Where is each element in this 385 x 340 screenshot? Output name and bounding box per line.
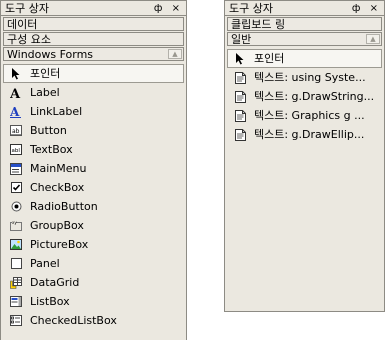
toolbox-item-pointer[interactable]: 포인터 bbox=[227, 49, 382, 68]
toolbox-item-picturebox[interactable]: PictureBox bbox=[3, 235, 184, 254]
text-snippet-icon bbox=[234, 90, 246, 103]
mainmenu-icon bbox=[10, 162, 22, 175]
close-icon[interactable]: × bbox=[172, 3, 183, 14]
toolbox-item-label: 포인터 bbox=[30, 67, 61, 80]
toolbox-item-label: 포인터 bbox=[254, 52, 285, 65]
toolbox-item-text-snippet[interactable]: 텍스트: g.DrawEllip... bbox=[227, 125, 382, 144]
toolbox-item-label: RadioButton bbox=[30, 200, 98, 213]
text-snippet-icon bbox=[234, 71, 246, 84]
text-snippet-icon bbox=[234, 128, 246, 141]
toolbox-item-mainmenu[interactable]: MainMenu bbox=[3, 159, 184, 178]
toolbox-title: 도구 상자 bbox=[229, 2, 273, 15]
tab-label: 구성 요소 bbox=[7, 33, 51, 46]
radiobutton-icon bbox=[10, 201, 22, 212]
linklabel-icon: A bbox=[10, 106, 22, 118]
toolbox-item-checkbox[interactable]: CheckBox bbox=[3, 178, 184, 197]
toolbox-item-label: Panel bbox=[30, 257, 60, 270]
svg-text:A: A bbox=[10, 106, 20, 118]
panel-icon bbox=[10, 258, 22, 269]
toolbox-item-label: MainMenu bbox=[30, 162, 87, 175]
toolbox-item-linklabel[interactable]: A LinkLabel bbox=[3, 102, 184, 121]
pointer-icon bbox=[10, 67, 22, 79]
svg-text:ab: ab bbox=[12, 128, 20, 135]
tab-data[interactable]: 데이터 bbox=[3, 17, 184, 31]
tab-general[interactable]: 일반 ▲ bbox=[227, 32, 382, 46]
toolbox-item-checkedlistbox[interactable]: CheckedListBox bbox=[3, 311, 184, 330]
toolbox-item-label: 텍스트: g.DrawEllip... bbox=[254, 128, 365, 141]
pin-icon[interactable]: ф bbox=[154, 3, 166, 14]
toolbox-item-label: 텍스트: using Syste... bbox=[254, 71, 366, 84]
toolbox-item-list: 포인터 A Label A LinkLabel ab Button abl TextBox Mai… bbox=[1, 64, 186, 330]
scroll-up-button[interactable]: ▲ bbox=[168, 49, 182, 59]
close-icon[interactable]: × bbox=[370, 3, 381, 14]
tab-clipboard-ring[interactable]: 클립보드 링 bbox=[227, 17, 382, 31]
toolbox-item-label: 텍스트: g.DrawString... bbox=[254, 90, 375, 103]
toolbox-panel-right: 도구 상자 ф × 클립보드 링 일반 ▲ 포인터텍스트: using Syst… bbox=[224, 0, 385, 312]
listbox-icon bbox=[10, 296, 22, 307]
pin-icon[interactable]: ф bbox=[352, 3, 364, 14]
toolbox-item-text-snippet[interactable]: 텍스트: Graphics g ... bbox=[227, 106, 382, 125]
toolbox-item-label: Button bbox=[30, 124, 67, 137]
tab-label: 일반 bbox=[231, 33, 252, 46]
picturebox-icon bbox=[10, 239, 22, 250]
svg-text:A: A bbox=[10, 87, 21, 99]
tab-label: 데이터 bbox=[7, 18, 38, 31]
groupbox-icon: xy bbox=[10, 220, 22, 231]
svg-text:xy: xy bbox=[12, 220, 17, 225]
datagrid-icon bbox=[10, 276, 22, 289]
toolbox-item-label: TextBox bbox=[30, 143, 73, 156]
toolbox-item-label: 텍스트: Graphics g ... bbox=[254, 109, 365, 122]
label-icon: A bbox=[10, 87, 22, 99]
toolbox-item-radiobutton[interactable]: RadioButton bbox=[3, 197, 184, 216]
toolbox-item-label: GroupBox bbox=[30, 219, 84, 232]
toolbox-item-label: LinkLabel bbox=[30, 105, 83, 118]
toolbox-panel-left: 도구 상자 ф × 데이터 구성 요소 Windows Forms ▲ 포인터 A… bbox=[0, 0, 187, 340]
toolbox-item-label: Label bbox=[30, 86, 60, 99]
pointer-icon bbox=[234, 52, 246, 64]
toolbox-item-textbox[interactable]: abl TextBox bbox=[3, 140, 184, 159]
svg-text:abl: abl bbox=[12, 148, 21, 154]
toolbox-title: 도구 상자 bbox=[5, 2, 49, 15]
tab-label: 클립보드 링 bbox=[231, 18, 286, 31]
tab-label: Windows Forms bbox=[7, 48, 94, 61]
toolbox-item-label: CheckedListBox bbox=[30, 314, 117, 327]
toolbox-item-list: 포인터텍스트: using Syste... 텍스트: g.DrawString.… bbox=[225, 49, 384, 144]
toolbox-item-panel[interactable]: Panel bbox=[3, 254, 184, 273]
text-snippet-icon bbox=[234, 109, 246, 122]
toolbox-item-groupbox[interactable]: xy GroupBox bbox=[3, 216, 184, 235]
toolbox-item-pointer[interactable]: 포인터 bbox=[3, 64, 184, 83]
toolbox-item-text-snippet[interactable]: 텍스트: g.DrawString... bbox=[227, 87, 382, 106]
textbox-icon: abl bbox=[10, 144, 22, 155]
scroll-up-button[interactable]: ▲ bbox=[366, 34, 380, 44]
toolbox-item-button[interactable]: ab Button bbox=[3, 121, 184, 140]
toolbox-item-label: CheckBox bbox=[30, 181, 85, 194]
toolbox-item-label: DataGrid bbox=[30, 276, 80, 289]
tab-components[interactable]: 구성 요소 bbox=[3, 32, 184, 46]
toolbox-titlebar: 도구 상자 ф × bbox=[225, 1, 384, 16]
toolbox-item-label: ListBox bbox=[30, 295, 70, 308]
toolbox-item-label: PictureBox bbox=[30, 238, 89, 251]
button-icon: ab bbox=[10, 125, 22, 136]
toolbox-titlebar: 도구 상자 ф × bbox=[1, 1, 186, 16]
toolbox-item-text-snippet[interactable]: 텍스트: using Syste... bbox=[227, 68, 382, 87]
toolbox-item-label[interactable]: A Label bbox=[3, 83, 184, 102]
tab-windows-forms[interactable]: Windows Forms ▲ bbox=[3, 47, 184, 61]
checkedlistbox-icon bbox=[10, 315, 22, 326]
toolbox-item-listbox[interactable]: ListBox bbox=[3, 292, 184, 311]
checkbox-icon bbox=[10, 182, 22, 193]
toolbox-item-datagrid[interactable]: DataGrid bbox=[3, 273, 184, 292]
